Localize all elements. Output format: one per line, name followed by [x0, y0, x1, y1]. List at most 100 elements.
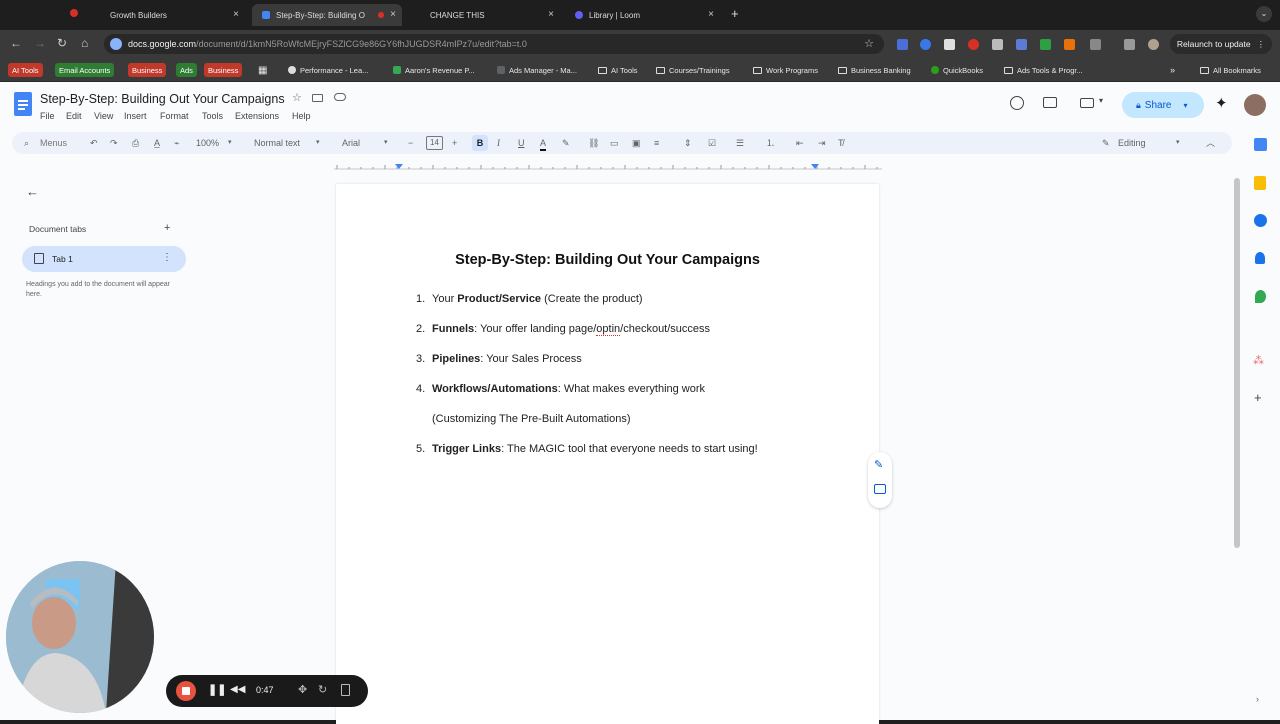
more-bookmarks-chevron-icon[interactable]: » [1170, 63, 1175, 77]
rewind-icon[interactable]: ◀◀ [230, 684, 245, 695]
asana-icon[interactable]: ⁂ [1253, 354, 1264, 367]
close-icon[interactable]: × [708, 9, 714, 20]
close-icon[interactable]: × [233, 9, 239, 20]
bulleted-list-icon[interactable]: ☰ [736, 137, 744, 149]
numbered-list-icon[interactable]: ⒈ [766, 137, 775, 149]
text-color-icon[interactable]: A [540, 137, 547, 151]
extension-icon[interactable] [1016, 39, 1027, 50]
decrease-indent-icon[interactable]: ⇤ [796, 137, 804, 149]
bookmark-item[interactable]: AI Tools [8, 63, 43, 77]
calendar-icon[interactable] [1254, 138, 1267, 151]
style-select[interactable]: Normal text [254, 137, 300, 149]
bookmark-folder[interactable]: Business Banking [838, 63, 911, 77]
drawing-tools-icon[interactable]: ✥ [298, 683, 307, 696]
tab-more-options-icon[interactable]: ⋮ [162, 252, 172, 263]
bookmark-folder[interactable]: Courses/Trainings [656, 63, 730, 77]
restart-icon[interactable]: ↻ [318, 683, 327, 696]
browser-tab[interactable]: CHANGE THIS × [420, 4, 560, 26]
webcam-bubble[interactable] [6, 561, 154, 713]
avatar[interactable] [1244, 94, 1266, 116]
expand-panel-chevron-icon[interactable]: › [1256, 694, 1259, 704]
menu-format[interactable]: Format [160, 111, 189, 121]
comment-icon[interactable]: ▭ [610, 137, 619, 149]
decrease-font-size-icon[interactable]: − [408, 137, 413, 149]
browser-tab-active[interactable]: Step-By-Step: Building O × [252, 4, 402, 26]
trash-icon[interactable] [341, 684, 350, 696]
image-icon[interactable]: ▣ [632, 137, 641, 149]
bookmark-item[interactable]: Business [128, 63, 167, 77]
editing-pencil-icon[interactable]: ✎ [1102, 137, 1110, 149]
close-icon[interactable]: × [548, 9, 554, 20]
document-tab-item[interactable]: Tab 1 ⋮ [22, 246, 186, 272]
tab-list-chevron-icon[interactable]: ⌄ [1256, 6, 1272, 22]
link-icon[interactable]: ⛓ [588, 137, 599, 149]
clear-formatting-icon[interactable]: T̸ [838, 137, 844, 149]
stop-recording-button[interactable] [176, 681, 196, 701]
menu-extensions[interactable]: Extensions [235, 111, 279, 121]
italic-icon[interactable]: I [497, 137, 500, 149]
extension-icon[interactable] [944, 39, 955, 50]
maps-icon[interactable] [1255, 290, 1266, 303]
gemini-sparkle-icon[interactable]: ✦ [1215, 94, 1228, 112]
editing-mode-select[interactable]: Editing [1118, 137, 1146, 149]
bold-icon[interactable]: B [472, 135, 488, 151]
share-button[interactable]: 🔒︎ Share ▾ [1122, 92, 1204, 118]
relaunch-to-update-button[interactable]: Relaunch to update ⋮ [1170, 34, 1272, 54]
back-arrow-icon[interactable]: ← [10, 37, 22, 49]
document-page[interactable]: Step-By-Step: Building Out Your Campaign… [336, 184, 879, 724]
search-menus-input[interactable]: Menus [40, 137, 67, 149]
pause-icon[interactable]: ❚❚ [208, 683, 226, 696]
bookmark-item[interactable]: Ads [176, 63, 197, 77]
extension-icon[interactable] [1040, 39, 1051, 50]
forward-arrow-icon[interactable]: → [34, 37, 46, 49]
extension-icon[interactable] [1064, 39, 1075, 50]
address-bar[interactable]: docs.google.com /document/d/1kmN5RoWfcME… [104, 34, 884, 54]
add-tab-plus-icon[interactable]: + [164, 222, 170, 234]
bookmark-folder[interactable]: Ads Tools & Progr... [1004, 63, 1083, 77]
menu-view[interactable]: View [94, 111, 113, 121]
extension-icon[interactable] [897, 39, 908, 50]
bookmark-item[interactable]: QuickBooks [931, 63, 983, 77]
menu-insert[interactable]: Insert [124, 111, 147, 121]
highlight-icon[interactable]: ✎ [562, 137, 570, 149]
back-arrow-icon[interactable]: ← [26, 184, 39, 199]
comments-icon[interactable] [1043, 97, 1057, 108]
new-tab-plus-icon[interactable]: + [731, 7, 739, 20]
font-select[interactable]: Arial [342, 137, 360, 149]
edit-with-gemini-icon[interactable]: ✎ [874, 458, 883, 471]
close-icon[interactable]: × [390, 9, 396, 20]
menu-edit[interactable]: Edit [66, 111, 82, 121]
print-icon[interactable]: ⎙ [132, 137, 139, 149]
extension-icon[interactable] [992, 39, 1003, 50]
bookmark-folder[interactable]: AI Tools [598, 63, 638, 77]
extension-icon[interactable] [920, 39, 931, 50]
menu-tools[interactable]: Tools [202, 111, 223, 121]
home-icon[interactable]: ⌂ [81, 37, 88, 49]
profile-avatar-icon[interactable] [1148, 39, 1159, 50]
tab-search-icon[interactable] [70, 9, 78, 17]
bookmark-item[interactable]: Business [204, 63, 243, 77]
star-icon[interactable]: ☆ [292, 91, 302, 104]
contacts-icon[interactable] [1255, 252, 1265, 264]
bookmark-item[interactable]: Performance - Lea... [288, 63, 368, 77]
version-history-icon[interactable] [1010, 96, 1024, 110]
docs-logo-icon[interactable] [14, 92, 32, 116]
chevron-down-icon[interactable]: ▾ [1099, 96, 1103, 105]
menu-file[interactable]: File [40, 111, 55, 121]
search-menus-icon[interactable]: ⌕ [24, 137, 29, 149]
increase-font-size-icon[interactable]: + [452, 137, 457, 149]
menu-help[interactable]: Help [292, 111, 311, 121]
all-bookmarks-folder[interactable]: All Bookmarks [1200, 63, 1261, 77]
bookmark-item[interactable]: Aaron's Revenue P... [393, 63, 475, 77]
bookmark-item[interactable]: Email Accounts [55, 63, 115, 77]
increase-indent-icon[interactable]: ⇥ [818, 137, 826, 149]
checklist-icon[interactable]: ☑ [708, 137, 716, 149]
undo-icon[interactable]: ↶ [90, 137, 98, 149]
add-addon-plus-icon[interactable]: + [1254, 390, 1262, 405]
meet-icon[interactable] [1080, 98, 1094, 108]
tasks-icon[interactable] [1254, 214, 1267, 227]
line-spacing-icon[interactable]: ⇕ [684, 137, 692, 149]
extensions-puzzle-icon[interactable] [1090, 39, 1101, 50]
extension-icon[interactable] [968, 39, 979, 50]
font-size-input[interactable]: 14 [426, 136, 443, 150]
